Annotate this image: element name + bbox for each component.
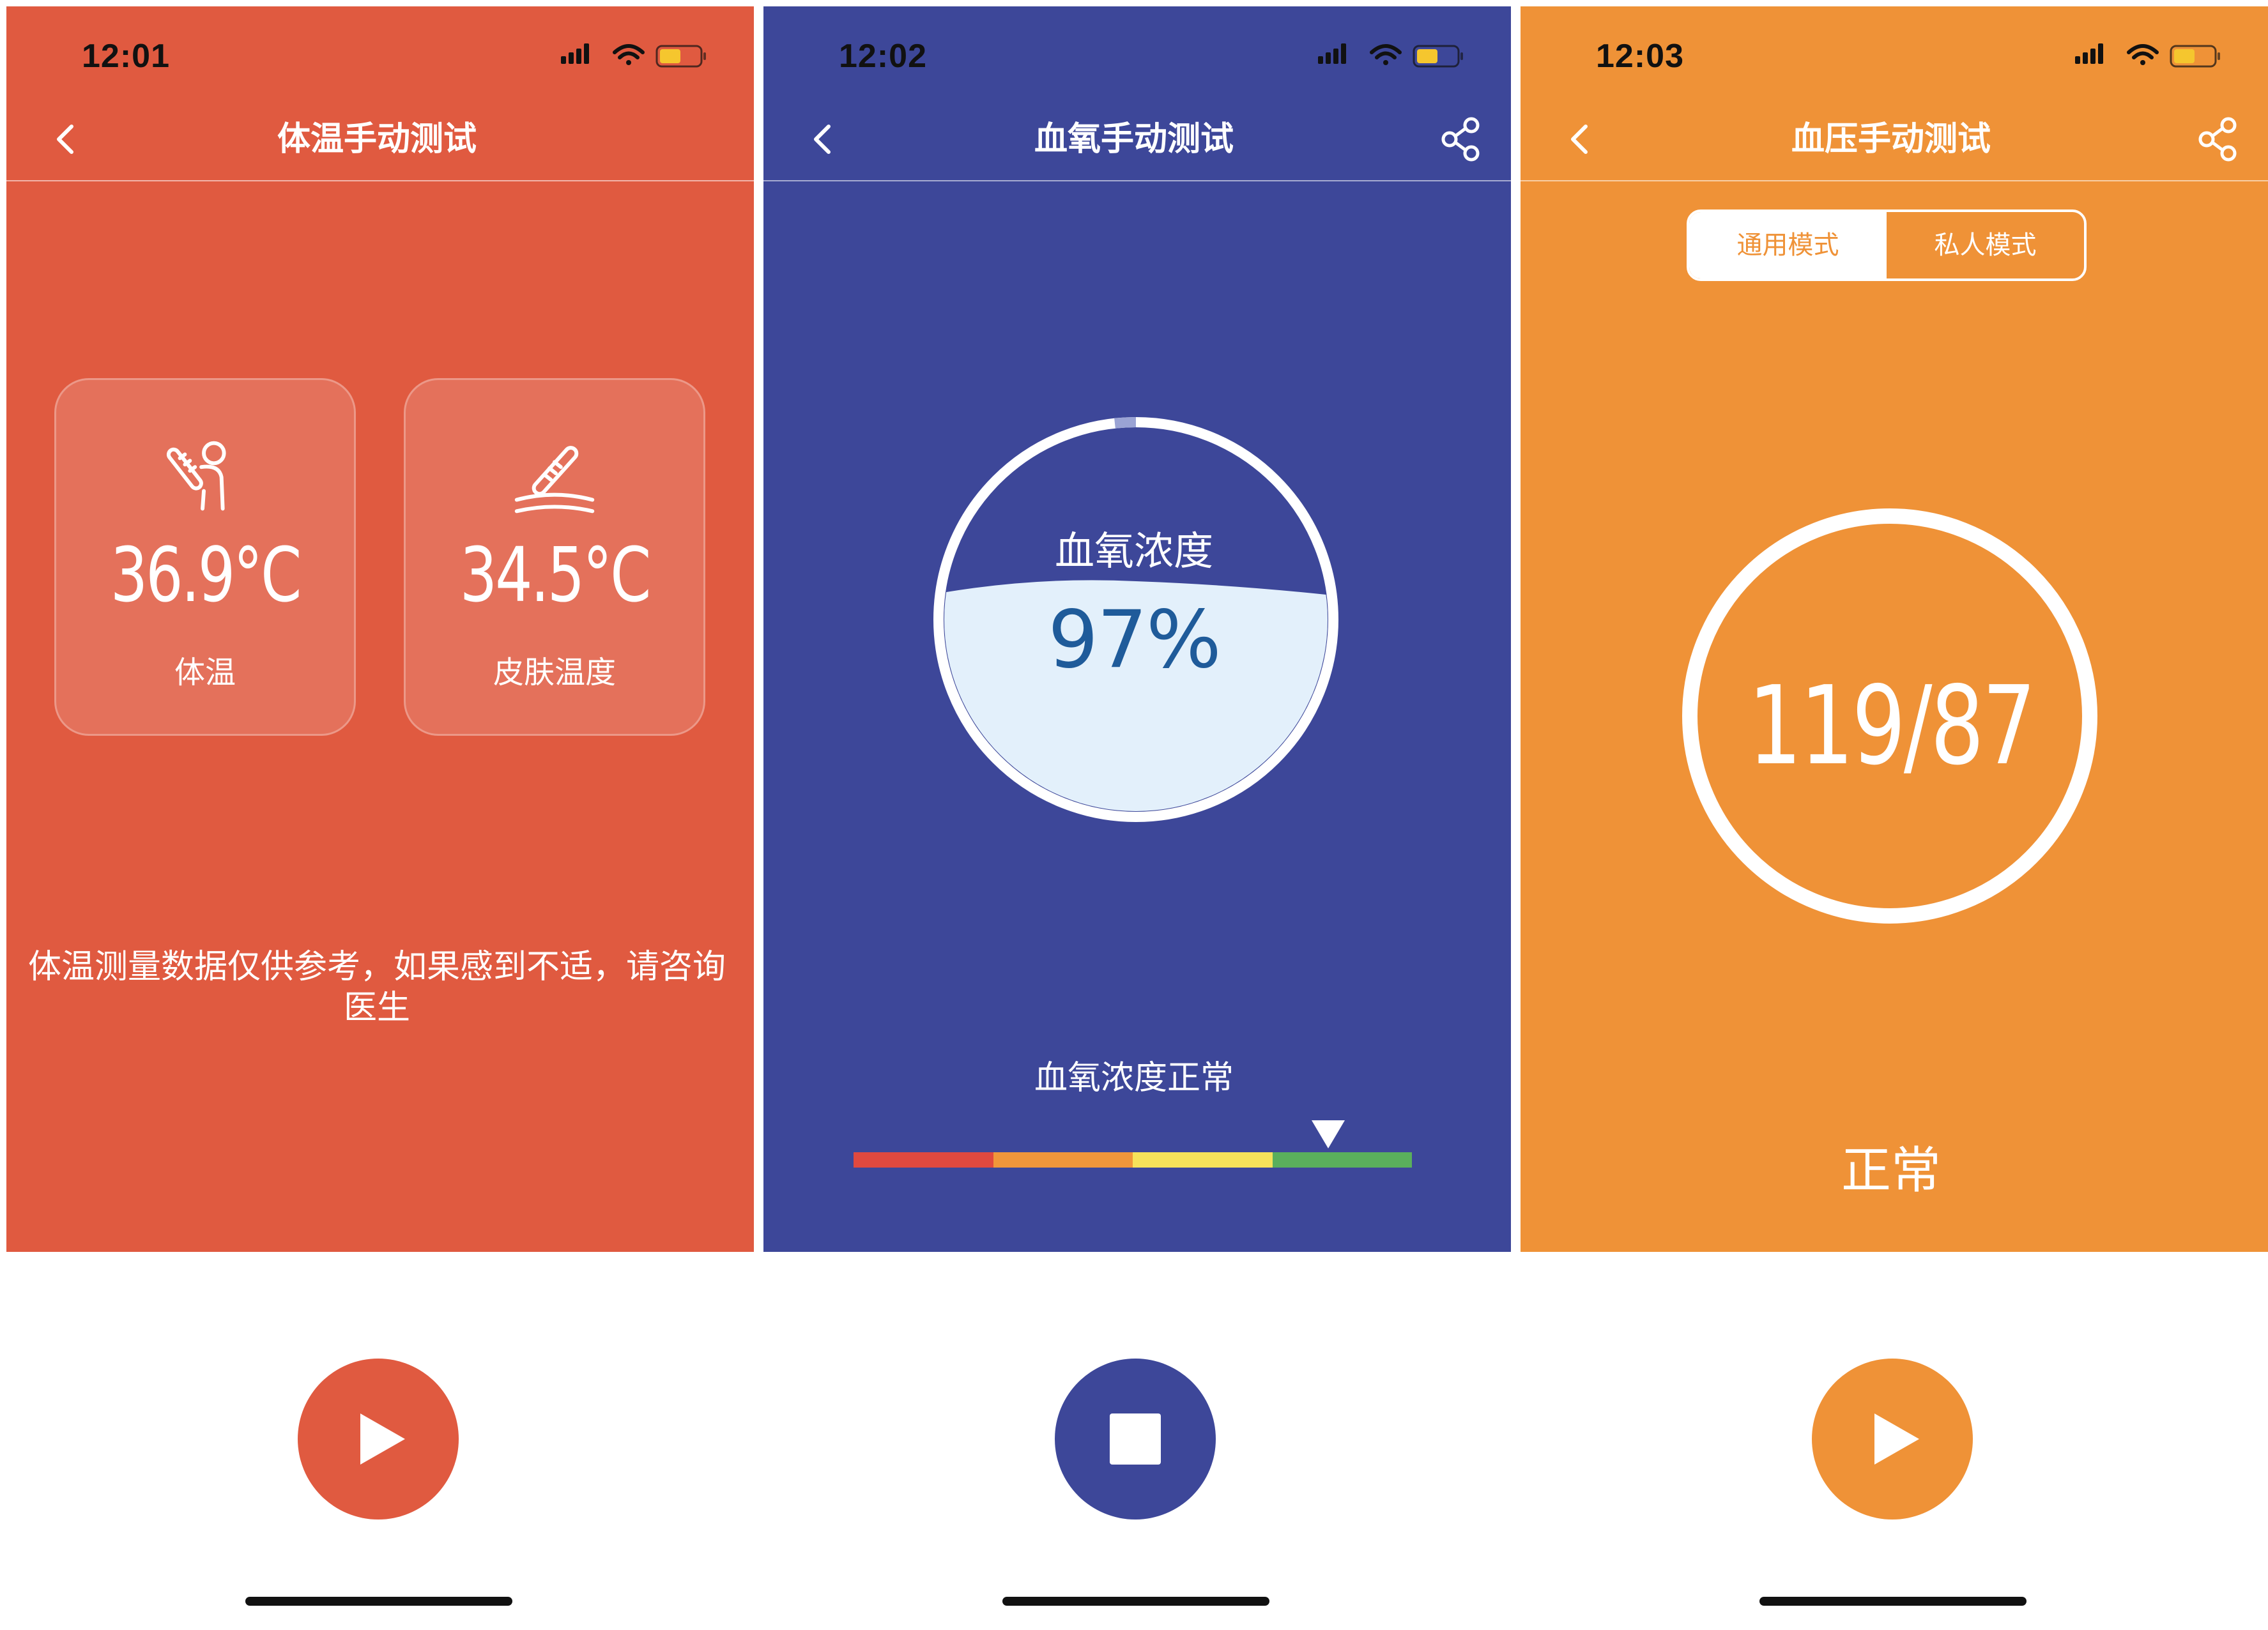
mode-toggle: 通用模式 私人模式: [1687, 209, 2087, 281]
cellular-signal-icon: [561, 43, 589, 64]
thermometer-person-icon: [166, 441, 226, 511]
pressure-status-text: 正常: [1841, 1142, 1941, 1200]
skin-temperature-card: 34.5°C 皮肤温度: [404, 378, 705, 736]
body-temperature-label: 体温: [174, 655, 236, 690]
gauge-ring-gap: [1114, 417, 1137, 429]
status-icons: [1318, 43, 1463, 68]
page-title: 血氧手动测试: [1034, 120, 1234, 158]
oxygen-status-text: 血氧浓度正常: [1034, 1059, 1234, 1097]
body-temperature-card: 36.9°C 体温: [54, 378, 356, 736]
page-title: 血压手动测试: [1791, 120, 1991, 158]
home-indicator: [1002, 1597, 1269, 1606]
temperature-screen: 12:01 体温手动测试 36.9°C 体温 34.5°C 皮肤温度 体温测量数…: [0, 0, 754, 1630]
scale-segment-yellow: [1133, 1152, 1273, 1168]
mode-private-tab[interactable]: 私人模式: [1887, 212, 2084, 278]
wifi-icon: [1370, 44, 1402, 65]
play-icon: [1874, 1413, 1919, 1465]
scale-segment-orange: [993, 1152, 1133, 1168]
wifi-icon: [2127, 44, 2159, 65]
thermometer-skin-icon: [514, 446, 595, 514]
status-time: 12:01: [82, 38, 170, 75]
gauge-value: 97%: [1048, 594, 1222, 686]
disclaimer-text: 体温测量数据仅供参考，如果感到不适，请咨询医生: [27, 948, 726, 1027]
blood-pressure-screen: 12:03 血压手动测试 通用模式 私人模式 119/87 正常: [1514, 0, 2268, 1630]
skin-temperature-label: 皮肤温度: [493, 655, 616, 690]
stop-button[interactable]: [1055, 1359, 1216, 1520]
battery-icon: [655, 45, 706, 68]
battery-icon: [1413, 45, 1463, 68]
stop-icon: [1110, 1413, 1161, 1465]
scale-segment-red: [854, 1152, 993, 1168]
status-time: 12:02: [839, 38, 927, 75]
skin-temperature-value: 34.5°C: [459, 531, 652, 619]
oxygen-scale-bar: [854, 1152, 1412, 1168]
header-divider: [763, 180, 1511, 181]
gauge-label: 血氧浓度: [1054, 528, 1213, 574]
home-indicator: [245, 1597, 512, 1606]
blood-oxygen-screen: 12:02 血氧手动测试 血氧浓度 97% 血氧浓度正常: [757, 0, 1511, 1630]
play-icon: [360, 1413, 405, 1465]
status-time: 12:03: [1596, 38, 1684, 75]
cellular-signal-icon: [2075, 43, 2103, 64]
status-icons: [2075, 43, 2220, 68]
home-indicator: [1759, 1597, 2027, 1606]
page-title: 体温手动测试: [277, 120, 477, 158]
share-icon[interactable]: [1439, 115, 1484, 162]
header-divider: [6, 180, 754, 181]
cellular-signal-icon: [1318, 43, 1346, 64]
scale-marker-icon: [1311, 1120, 1345, 1148]
wifi-icon: [613, 44, 645, 65]
battery-icon: [2170, 45, 2220, 68]
share-icon[interactable]: [2196, 115, 2241, 162]
play-button[interactable]: [298, 1359, 459, 1520]
body-temperature-value: 36.9°C: [110, 531, 302, 619]
status-icons: [561, 43, 706, 68]
scale-segment-green: [1272, 1152, 1412, 1168]
play-button[interactable]: [1812, 1359, 1973, 1520]
header-divider: [1521, 180, 2268, 181]
mode-general-tab[interactable]: 通用模式: [1689, 212, 1887, 278]
blood-pressure-value: 119/87: [1748, 663, 2036, 789]
